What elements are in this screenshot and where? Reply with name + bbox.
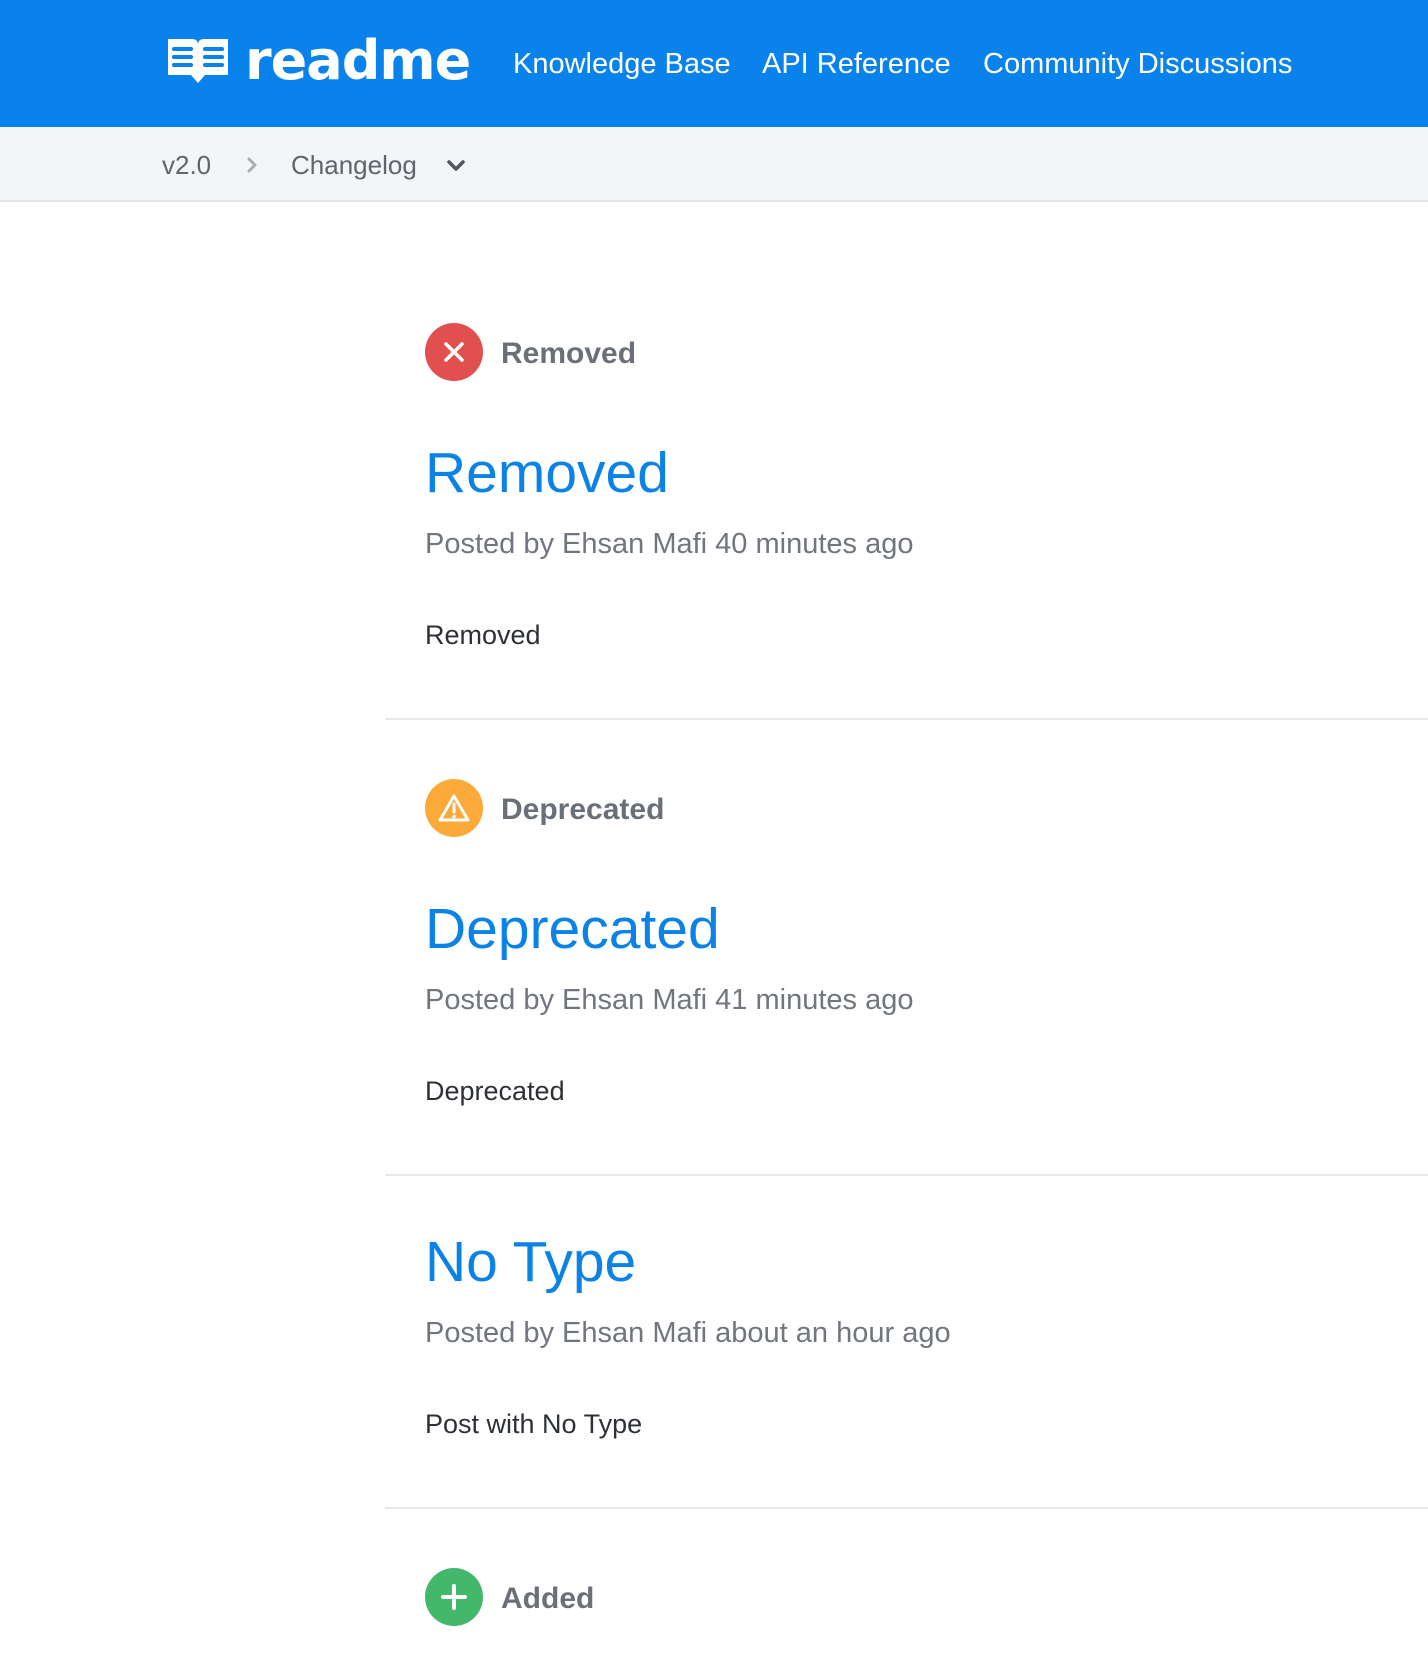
post-meta: Posted by Ehsan Mafi 40 minutes ago <box>425 528 914 560</box>
added-type-badge <box>425 1568 483 1626</box>
warning-icon <box>438 794 470 822</box>
x-icon <box>444 342 464 362</box>
post-type-label: Added <box>501 1582 595 1615</box>
top-nav-bar: readme Knowledge Base API Reference Comm… <box>0 0 1428 127</box>
deprecated-type-badge <box>425 779 483 837</box>
post-body: Removed <box>425 620 541 650</box>
post-meta: Posted by Ehsan Mafi about an hour ago <box>425 1317 951 1349</box>
post-type-label: Removed <box>501 337 637 370</box>
chevron-down-icon[interactable] <box>444 155 468 177</box>
breadcrumb-version[interactable]: v2.0 <box>162 149 211 181</box>
post-type-label: Deprecated <box>501 793 665 826</box>
nav-api-reference[interactable]: API Reference <box>762 46 951 82</box>
breadcrumb-changelog[interactable]: Changelog <box>291 149 417 181</box>
breadcrumb: v2.0 Changelog <box>0 127 1428 202</box>
post-title[interactable]: Removed <box>425 441 669 505</box>
post-body: Post with No Type <box>425 1409 643 1439</box>
post-divider <box>385 1507 1428 1509</box>
readme-book-icon <box>168 39 228 83</box>
chevron-right-icon <box>247 157 257 173</box>
post-divider <box>385 718 1428 720</box>
plus-icon <box>441 1584 467 1610</box>
logo-text: readme <box>245 29 471 92</box>
post-divider <box>385 1174 1428 1176</box>
post-meta: Posted by Ehsan Mafi 41 minutes ago <box>425 984 914 1016</box>
nav-community-discussions[interactable]: Community Discussions <box>983 46 1292 82</box>
post-title[interactable]: Deprecated <box>425 897 720 961</box>
removed-type-badge <box>425 323 483 381</box>
post-title[interactable]: No Type <box>425 1230 636 1294</box>
post-body: Deprecated <box>425 1076 565 1106</box>
readme-logo[interactable]: readme <box>165 29 471 92</box>
nav-knowledge-base[interactable]: Knowledge Base <box>513 46 731 82</box>
